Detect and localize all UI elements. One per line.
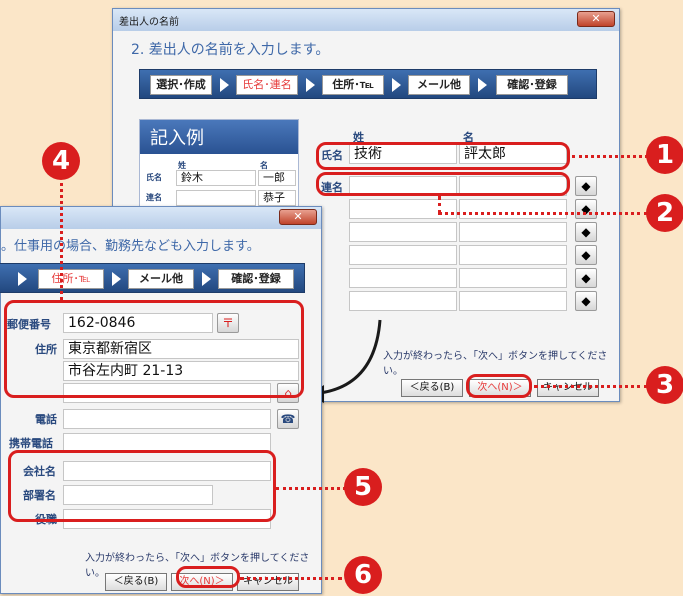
back-title-bar: 差出人の名前 ✕ (113, 9, 619, 31)
eraser-icon[interactable]: ◆ (575, 245, 597, 265)
leader-line-2 (438, 212, 648, 215)
step-select-create[interactable]: 選択･作成 (150, 75, 212, 95)
highlight-address-block (4, 300, 304, 398)
mobile-label: 携帯電話 (9, 437, 53, 450)
highlight-next-back (466, 374, 532, 398)
step-arrow-icon (220, 78, 229, 92)
phone-label: 電話 (35, 413, 57, 426)
example-mei-field: 一郎 (258, 170, 296, 186)
renmei-mei-input[interactable] (459, 291, 567, 311)
back-window-title: 差出人の名前 (119, 17, 179, 28)
renmei-mei-input[interactable] (459, 222, 567, 242)
callout-badge-3: 3 (646, 366, 683, 404)
callout-badge-1: 1 (646, 136, 683, 174)
callout-badge-6: 6 (344, 556, 382, 594)
step-arrow-icon (112, 272, 121, 286)
callout-badge-2: 2 (646, 194, 683, 232)
step-mail[interactable]: メール他 (408, 75, 470, 95)
leader-line-1 (572, 155, 648, 158)
eraser-icon[interactable]: ◆ (575, 268, 597, 288)
example-shimei-label: 氏名 (146, 173, 162, 182)
renmei-sei-input[interactable] (349, 222, 457, 242)
step-address[interactable]: 住所･℡ (322, 75, 384, 95)
renmei-mei-input[interactable] (459, 268, 567, 288)
renmei-sei-input[interactable] (349, 245, 457, 265)
back-prev-button[interactable]: ＜戻る(B) (401, 379, 463, 397)
front-dialog-window: ✕ 。仕事用の場合、勤務先なども入力します。 住所･℡ メール他 確認･登録 郵… (0, 206, 322, 594)
back-close-button[interactable]: ✕ (577, 11, 615, 27)
example-renmei-label: 連名 (146, 193, 162, 202)
example-renmei-sei-field (176, 190, 256, 206)
step-name[interactable]: 氏名･連名 (236, 75, 298, 95)
example-sei-field: 鈴木 (176, 170, 256, 186)
renmei-mei-input[interactable] (459, 199, 567, 219)
example-title: 記入例 (140, 120, 298, 154)
step-confirm[interactable]: 確認･登録 (496, 75, 568, 95)
back-step-bar: 選択･作成 氏名･連名 住所･℡ メール他 確認･登録 (139, 69, 597, 99)
step-arrow-icon (18, 272, 27, 286)
phone-icon[interactable]: ☎ (277, 409, 299, 429)
highlight-next-front (176, 566, 240, 588)
leader-line-3 (534, 385, 648, 388)
back-heading: 2. 差出人の名前を入力します。 (131, 42, 330, 58)
step-arrow-icon (306, 78, 315, 92)
step-arrow-icon (478, 78, 487, 92)
renmei-sei-input[interactable] (349, 291, 457, 311)
eraser-icon[interactable]: ◆ (575, 176, 597, 196)
back-cancel-button[interactable]: キャンセル (537, 379, 599, 397)
renmei-mei-input[interactable] (459, 245, 567, 265)
step-address[interactable]: 住所･℡ (38, 269, 104, 289)
front-heading: 。仕事用の場合、勤務先なども入力します。 (1, 239, 260, 254)
step-mail[interactable]: メール他 (128, 269, 194, 289)
front-cancel-button[interactable]: キャンセル (237, 573, 299, 591)
callout-badge-5: 5 (344, 468, 382, 506)
callout-badge-4: 4 (42, 142, 80, 180)
phone-input[interactable] (63, 409, 271, 429)
front-step-bar: 住所･℡ メール他 確認･登録 (0, 263, 305, 293)
front-prev-button[interactable]: ＜戻る(B) (105, 573, 167, 591)
front-close-button[interactable]: ✕ (279, 209, 317, 225)
eraser-icon[interactable]: ◆ (575, 199, 597, 219)
step-confirm[interactable]: 確認･登録 (218, 269, 294, 289)
front-window-body: 。仕事用の場合、勤務先なども入力します。 住所･℡ メール他 確認･登録 郵便番… (0, 229, 321, 593)
step-arrow-icon (392, 78, 401, 92)
leader-line-5 (276, 487, 346, 490)
back-note: 入力が終わったら、「次へ」ボタンを押してください。 (383, 351, 608, 377)
front-title-bar: ✕ (1, 207, 321, 229)
highlight-name-row (316, 142, 570, 170)
example-renmei-mei-field: 恭子 (258, 190, 296, 206)
eraser-icon[interactable]: ◆ (575, 222, 597, 242)
leader-line-4 (60, 176, 63, 300)
step-arrow-icon (202, 272, 211, 286)
leader-line-6 (240, 577, 342, 580)
highlight-company-block (8, 450, 276, 522)
eraser-icon[interactable]: ◆ (575, 291, 597, 311)
renmei-sei-input[interactable] (349, 268, 457, 288)
highlight-renmei-label (316, 172, 570, 196)
